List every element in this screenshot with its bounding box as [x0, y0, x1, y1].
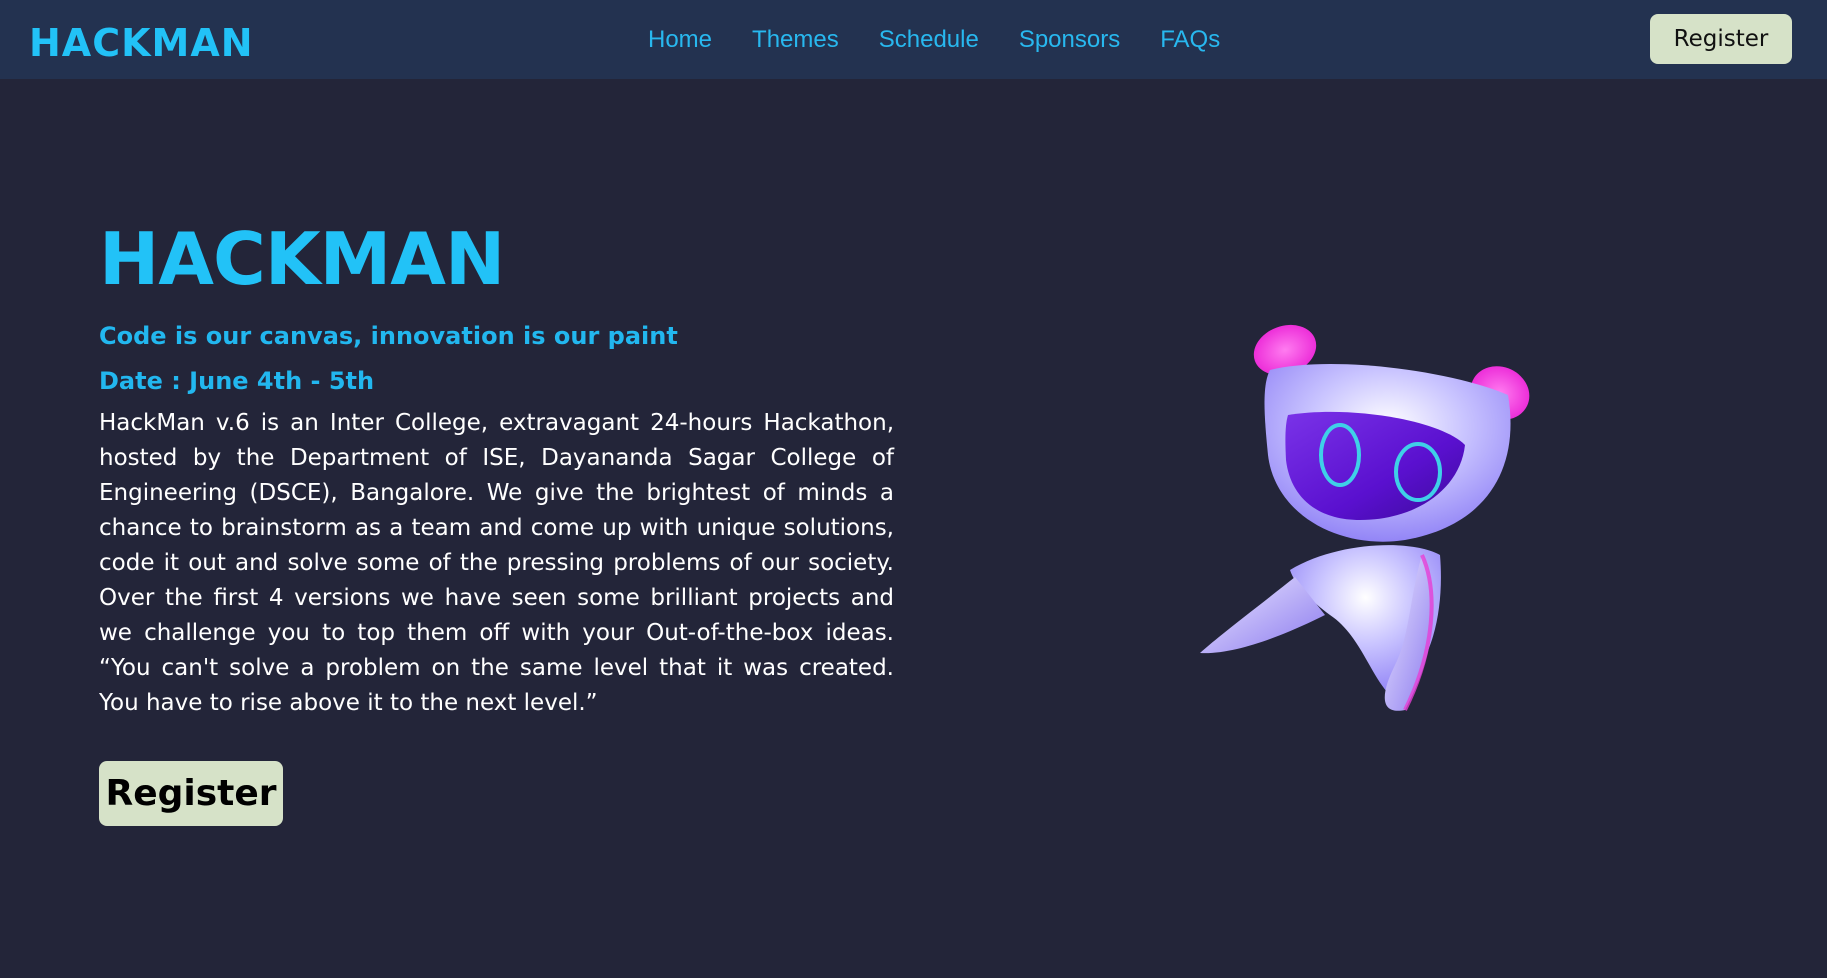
hero-section: HACKMAN Code is our canvas, innovation i… [99, 214, 894, 826]
nav-sponsors-link[interactable]: Sponsors [1019, 26, 1120, 54]
hero-title: HACKMAN [99, 217, 505, 301]
nav-home-link[interactable]: Home [648, 26, 712, 54]
hero-tagline: Code is our canvas, innovation is our pa… [99, 322, 678, 350]
logo-text: HACKMAN [29, 21, 254, 64]
nav-faqs-link[interactable]: FAQs [1160, 26, 1220, 54]
nav-themes-link[interactable]: Themes [752, 26, 839, 54]
robot-mascot-icon [1200, 324, 1530, 711]
event-date: Date : June 4th - 5th [99, 367, 375, 395]
main-nav: Home Themes Schedule Sponsors FAQs [648, 0, 1220, 79]
hero-description: HackMan v.6 is an Inter College, extrava… [99, 410, 894, 716]
nav-schedule-link[interactable]: Schedule [879, 26, 979, 54]
nav-register-button[interactable]: Register [1650, 14, 1792, 64]
hero-register-button[interactable]: Register [99, 761, 283, 826]
hackman-logo[interactable]: HACKMAN [29, 14, 259, 64]
navbar: HACKMAN Home Themes Schedule Sponsors FA… [0, 0, 1827, 79]
